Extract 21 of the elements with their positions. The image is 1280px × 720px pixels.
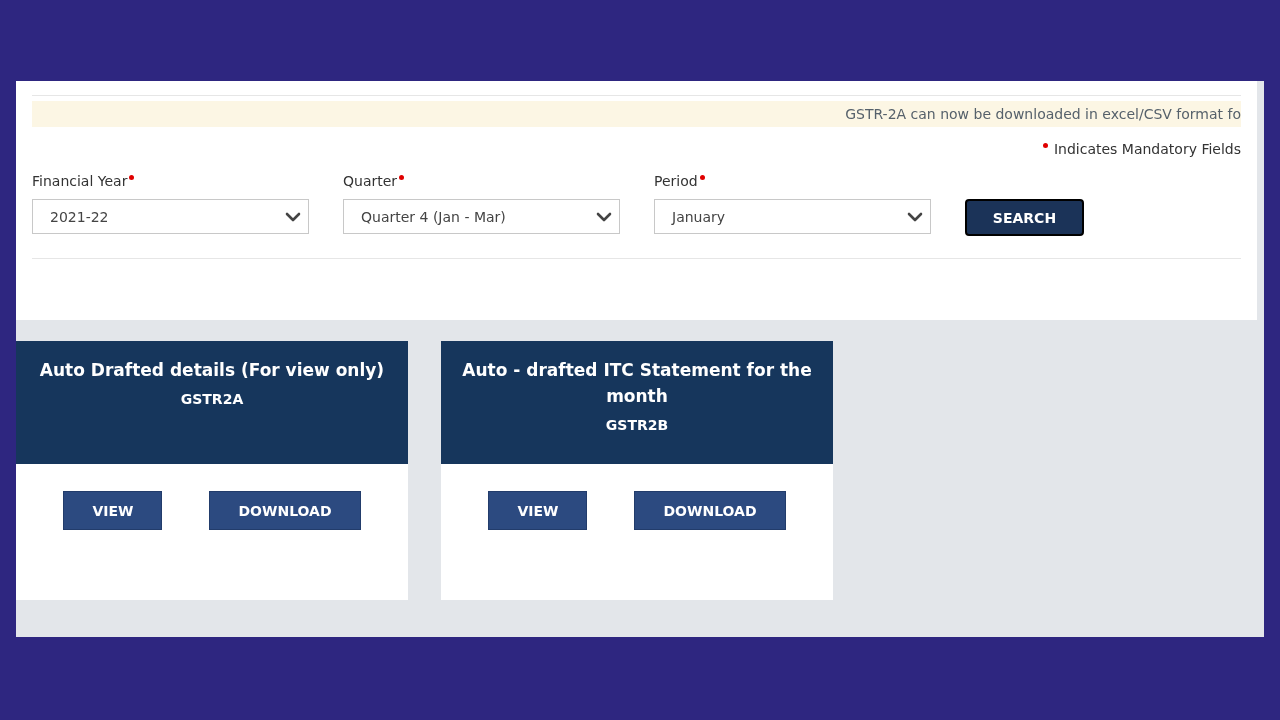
notice-text: GSTR-2A can now be downloaded in excel/CSV format fo (845, 106, 1241, 122)
card-action-button[interactable]: DOWNLOAD (634, 491, 786, 530)
chevron-down-icon (596, 211, 612, 222)
mandatory-note: Indicates Mandatory Fields (1053, 140, 1241, 158)
card-action-button[interactable]: VIEW (63, 491, 163, 530)
dropdown-field[interactable]: Quarter 4 (Jan - Mar) (343, 199, 620, 234)
dropdown-field[interactable]: 2021-22 (32, 199, 309, 234)
field-label: Period (654, 172, 698, 190)
chevron-down-icon (907, 211, 923, 222)
required-dot-icon (1042, 143, 1048, 148)
card-subtitle: GSTR2B (604, 416, 670, 435)
search-button[interactable]: SEARCH (965, 199, 1084, 236)
card-action-button[interactable]: DOWNLOAD (209, 491, 361, 530)
card-title: Auto Drafted details (For view only) (38, 359, 386, 382)
card-action-button[interactable]: VIEW (488, 491, 588, 530)
card-title: Auto - drafted ITC Statement for the month (461, 359, 813, 408)
chevron-down-icon (285, 211, 301, 222)
field-label: Financial Year (32, 172, 128, 190)
dropdown-field[interactable]: January (654, 199, 931, 234)
field-label: Quarter (343, 172, 398, 190)
card-subtitle: GSTR2A (179, 390, 245, 409)
